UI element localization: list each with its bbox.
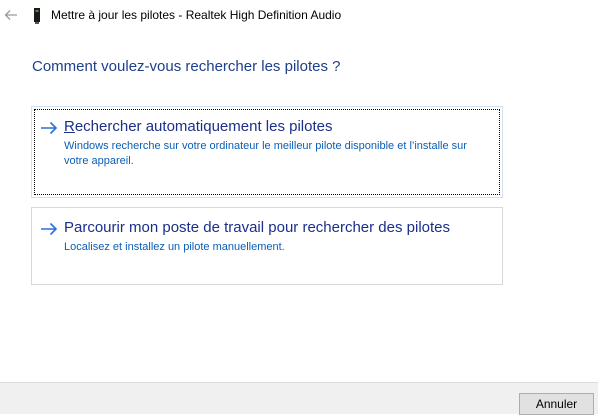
footer-bar: Annuler — [0, 382, 598, 415]
window-title: Mettre à jour les pilotes - Realtek High… — [51, 8, 342, 22]
option-title: Parcourir mon poste de travail pour rech… — [64, 219, 451, 236]
option-title: Rechercher automatiquement les pilotes — [64, 118, 333, 135]
option-title-text: echercher automatiquement les pilotes — [74, 118, 333, 135]
option-description: Localisez et installez un pilote manuell… — [64, 241, 285, 253]
arrow-right-icon — [41, 222, 58, 236]
option-description: Windows recherche sur votre ordinateur l… — [64, 140, 467, 167]
arrow-right-icon — [41, 121, 58, 135]
browse-computer-option[interactable]: Parcourir mon poste de travail pour rech… — [31, 207, 503, 285]
page-heading: Comment voulez-vous rechercher les pilot… — [32, 58, 341, 75]
cancel-button[interactable]: Annuler — [519, 393, 594, 415]
search-automatically-option[interactable]: Rechercher automatiquement les pilotes W… — [31, 106, 503, 198]
title-bar: Mettre à jour les pilotes - Realtek High… — [0, 0, 598, 32]
device-icon — [34, 8, 40, 24]
back-arrow-icon[interactable] — [4, 8, 18, 22]
option-accelerator-key: R — [64, 118, 75, 135]
